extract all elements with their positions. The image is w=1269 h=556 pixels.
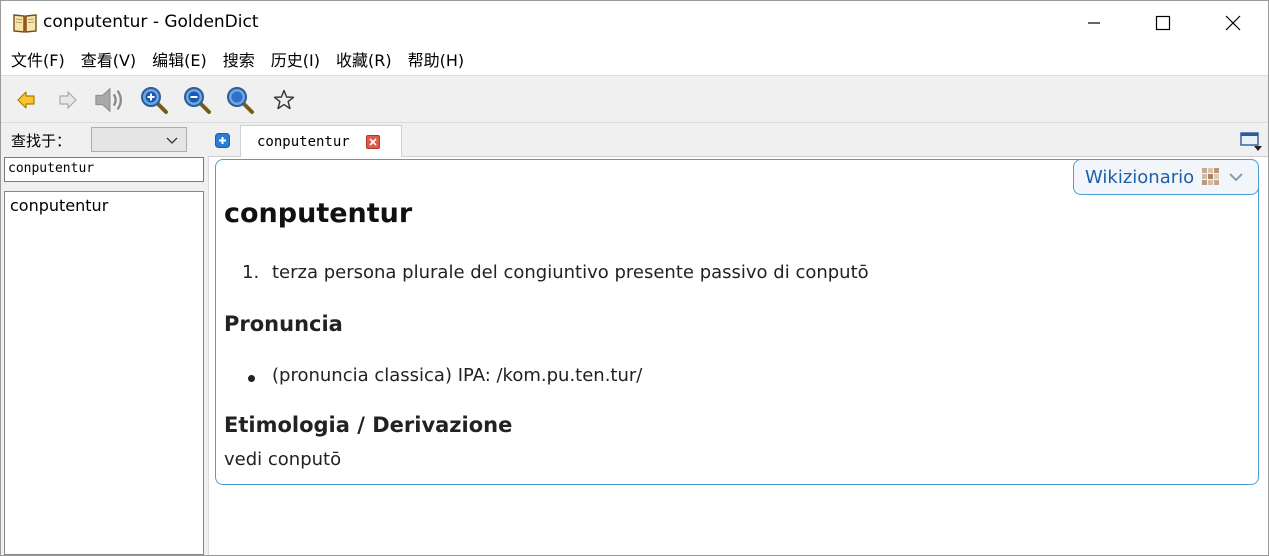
menu-favorites[interactable]: 收藏(R)	[328, 45, 400, 75]
tab-conputentur[interactable]: conputentur	[240, 125, 402, 158]
chevron-down-icon	[166, 137, 178, 144]
app-window: conputentur - GoldenDict 文件(F) 查看(V) 编辑(…	[0, 0, 1269, 556]
pronounce-button[interactable]	[94, 84, 126, 116]
maximize-icon	[1155, 15, 1171, 31]
chevron-down-icon	[1229, 173, 1243, 182]
tabs-list-icon[interactable]	[1239, 130, 1263, 152]
dictionary-bar[interactable]: Wikizionario	[1073, 159, 1259, 195]
lookin-label: 查找于：	[11, 132, 72, 150]
definition-number: 1.	[242, 262, 260, 283]
dictionary-article: Wikizionario conputentur 1. terza person…	[215, 159, 1259, 485]
zoom-in-icon	[141, 87, 168, 114]
forward-icon	[59, 91, 77, 109]
menu-bar: 文件(F) 查看(V) 编辑(E) 搜索 历史(I) 收藏(R) 帮助(H)	[1, 45, 1268, 75]
window-title: conputentur - GoldenDict	[43, 12, 259, 32]
toolbar	[1, 75, 1268, 123]
tab-close-icon[interactable]	[366, 135, 380, 149]
search-input[interactable]: conputentur	[4, 157, 204, 182]
forward-button[interactable]	[52, 84, 84, 116]
minimize-icon	[1088, 22, 1100, 24]
menu-help[interactable]: 帮助(H)	[400, 45, 473, 75]
book-icon	[13, 14, 37, 33]
dictionary-name: Wikizionario	[1085, 166, 1195, 188]
tab-bar: conputentur	[208, 123, 1268, 158]
speaker-icon	[95, 87, 122, 113]
minimize-button[interactable]	[1071, 1, 1117, 45]
close-icon	[1225, 15, 1241, 31]
menu-history[interactable]: 历史(I)	[263, 45, 328, 75]
etymology-heading: Etimologia / Derivazione	[224, 413, 513, 437]
title-bar[interactable]: conputentur - GoldenDict	[1, 1, 1268, 45]
maximize-button[interactable]	[1140, 1, 1186, 45]
zoom-reset-button[interactable]	[224, 84, 256, 116]
menu-file[interactable]: 文件(F)	[3, 45, 73, 75]
add-favorite-button[interactable]	[268, 84, 300, 116]
word-list[interactable]: conputentur	[4, 191, 204, 555]
list-item[interactable]: conputentur	[5, 192, 203, 219]
new-tab-icon[interactable]	[215, 133, 230, 148]
zoom-out-icon	[184, 87, 211, 114]
menu-view[interactable]: 查看(V)	[73, 45, 144, 75]
menu-search[interactable]: 搜索	[215, 45, 263, 75]
pronunciation-item: (pronuncia classica) IPA: /kom.pu.ten.tu…	[248, 365, 642, 386]
definition-item: 1. terza persona plurale del congiuntivo …	[242, 262, 869, 283]
headword: conputentur	[224, 198, 413, 229]
lookin-dropdown[interactable]	[91, 127, 187, 152]
zoom-reset-icon	[227, 87, 254, 114]
bullet-icon	[248, 375, 255, 382]
dictionary-icon	[1202, 168, 1220, 185]
pronunciation-heading: Pronuncia	[224, 312, 343, 336]
article-view: Wikizionario conputentur 1. terza person…	[208, 157, 1268, 555]
search-panel: 查找于： conputentur conputentur	[1, 123, 208, 555]
tab-label: conputentur	[257, 134, 350, 150]
menu-edit[interactable]: 编辑(E)	[144, 45, 215, 75]
close-button[interactable]	[1210, 1, 1256, 45]
definition-text: terza persona plurale del congiuntivo pr…	[272, 262, 869, 283]
star-icon	[273, 89, 295, 110]
back-icon	[17, 91, 35, 109]
etymology-text: vedi conputō	[224, 449, 342, 470]
back-button[interactable]	[10, 84, 42, 116]
zoom-in-button[interactable]	[138, 84, 170, 116]
pronunciation-text: (pronuncia classica) IPA: /kom.pu.ten.tu…	[272, 365, 643, 386]
zoom-out-button[interactable]	[181, 84, 213, 116]
